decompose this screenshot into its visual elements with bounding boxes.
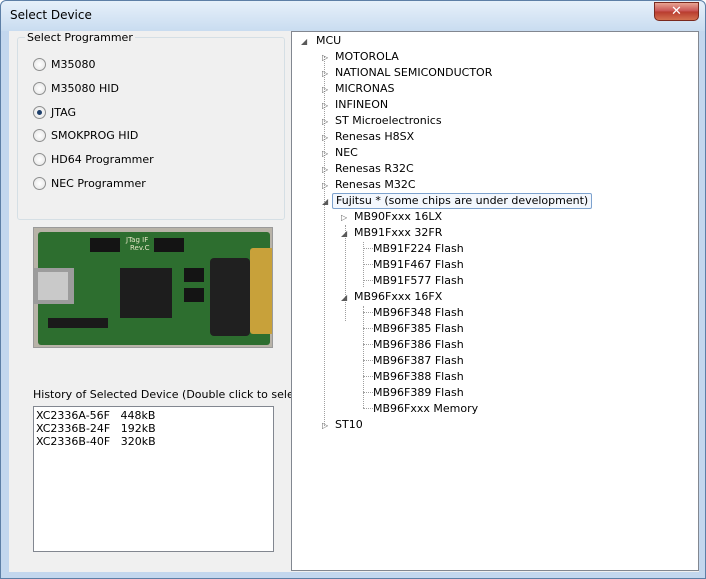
radio-label: M35080 bbox=[51, 57, 96, 71]
radio-hd64-programmer[interactable]: HD64 Programmer bbox=[33, 151, 154, 167]
board-label: JTag IF bbox=[125, 236, 148, 244]
collapsed-arrow-icon[interactable]: ▷ bbox=[322, 101, 328, 110]
tree-item-fujitsu[interactable]: Fujitsu * (some chips are under developm… bbox=[332, 193, 593, 209]
select-device-window: Select Device ✕ Select Programmer M35080… bbox=[0, 0, 706, 579]
collapsed-arrow-icon[interactable]: ▷ bbox=[322, 53, 328, 62]
tree-item-mb96f348[interactable]: MB96F348 Flash bbox=[373, 305, 464, 321]
tree-item-st10[interactable]: ST10 bbox=[335, 417, 363, 433]
dialog-body: Select Programmer M35080 M35080 HID JTAG… bbox=[9, 31, 699, 572]
programmer-board-image: JTag IF Rev.C bbox=[33, 227, 273, 348]
tree-item-renesas-m32c[interactable]: Renesas M32C bbox=[335, 177, 416, 193]
tree-item-mb96f386[interactable]: MB96F386 Flash bbox=[373, 337, 464, 353]
tree-item-national-semiconductor[interactable]: NATIONAL SEMICONDUCTOR bbox=[335, 65, 492, 81]
history-listbox[interactable]: XC2336A-56F 448kB XC2336B-24F 192kB XC23… bbox=[33, 406, 274, 552]
board-sublabel: Rev.C bbox=[130, 244, 150, 252]
tree-item-renesas-r32c[interactable]: Renesas R32C bbox=[335, 161, 414, 177]
tree-item-mb96f385[interactable]: MB96F385 Flash bbox=[373, 321, 464, 337]
tree-item-nec[interactable]: NEC bbox=[335, 145, 358, 161]
tree-item-mb91f467[interactable]: MB91F467 Flash bbox=[373, 257, 464, 273]
tree-item-mb91fxxx[interactable]: MB91Fxxx 32FR bbox=[354, 225, 442, 241]
radio-m35080[interactable]: M35080 bbox=[33, 56, 95, 72]
radio-label: NEC Programmer bbox=[51, 176, 146, 190]
collapsed-arrow-icon[interactable]: ▷ bbox=[322, 165, 328, 174]
tree-item-micronas[interactable]: MICRONAS bbox=[335, 81, 394, 97]
collapsed-arrow-icon[interactable]: ▷ bbox=[322, 117, 328, 126]
history-label: History of Selected Device (Double click… bbox=[33, 388, 309, 401]
tree-root-mcu[interactable]: MCU bbox=[316, 33, 341, 49]
radio-label: SMOKPROG HID bbox=[51, 128, 139, 142]
tree-item-renesas-h8sx[interactable]: Renesas H8SX bbox=[335, 129, 414, 145]
collapsed-arrow-icon[interactable]: ▷ bbox=[322, 85, 328, 94]
expanded-arrow-icon[interactable]: ◢ bbox=[341, 229, 347, 238]
radio-jtag[interactable]: JTAG bbox=[33, 104, 76, 120]
radio-icon[interactable] bbox=[33, 57, 46, 71]
collapsed-arrow-icon[interactable]: ▷ bbox=[322, 421, 328, 430]
tree-item-mb91f224[interactable]: MB91F224 Flash bbox=[373, 241, 464, 257]
radio-icon[interactable] bbox=[33, 81, 46, 95]
radio-label: HD64 Programmer bbox=[51, 152, 154, 166]
radio-label: JTAG bbox=[51, 105, 76, 119]
collapsed-arrow-icon[interactable]: ▷ bbox=[341, 213, 347, 222]
radio-icon[interactable] bbox=[33, 176, 46, 190]
collapsed-arrow-icon[interactable]: ▷ bbox=[322, 149, 328, 158]
tree-item-mb96f389[interactable]: MB96F389 Flash bbox=[373, 385, 464, 401]
tree-item-mb96f388[interactable]: MB96F388 Flash bbox=[373, 369, 464, 385]
device-tree[interactable]: ◢ MCU ▷ MOTOROLA ▷ NATIONAL SEMICONDUCTO… bbox=[291, 31, 699, 571]
tree-item-infineon[interactable]: INFINEON bbox=[335, 97, 388, 113]
radio-m35080-hid[interactable]: M35080 HID bbox=[33, 80, 119, 96]
tree-item-mb90fxxx[interactable]: MB90Fxxx 16LX bbox=[354, 209, 442, 225]
radio-icon[interactable] bbox=[33, 128, 46, 142]
tree-item-mb96f387[interactable]: MB96F387 Flash bbox=[373, 353, 464, 369]
tree-item-mb96fxxx[interactable]: MB96Fxxx 16FX bbox=[354, 289, 442, 305]
close-button[interactable]: ✕ bbox=[654, 2, 699, 21]
tree-item-mb91f577[interactable]: MB91F577 Flash bbox=[373, 273, 464, 289]
tree-item-mb96fxxx-memory[interactable]: MB96Fxxx Memory bbox=[373, 401, 478, 417]
radio-label: M35080 HID bbox=[51, 81, 119, 95]
radio-checked-icon[interactable] bbox=[33, 105, 46, 119]
history-item[interactable]: XC2336B-40F 320kB bbox=[36, 435, 271, 448]
window-title: Select Device bbox=[10, 8, 92, 22]
programmer-group: Select Programmer M35080 M35080 HID JTAG… bbox=[17, 31, 285, 220]
collapsed-arrow-icon[interactable]: ▷ bbox=[322, 69, 328, 78]
programmer-group-title: Select Programmer bbox=[25, 31, 135, 44]
history-item[interactable]: XC2336A-56F 448kB bbox=[36, 409, 271, 422]
history-item[interactable]: XC2336B-24F 192kB bbox=[36, 422, 271, 435]
tree-item-motorola[interactable]: MOTOROLA bbox=[335, 49, 399, 65]
tree-item-st-microelectronics[interactable]: ST Microelectronics bbox=[335, 113, 442, 129]
radio-smokprog-hid[interactable]: SMOKPROG HID bbox=[33, 127, 138, 143]
expanded-arrow-icon[interactable]: ◢ bbox=[322, 197, 328, 206]
title-bar: Select Device ✕ bbox=[1, 1, 705, 31]
collapsed-arrow-icon[interactable]: ▷ bbox=[322, 181, 328, 190]
radio-icon[interactable] bbox=[33, 152, 46, 166]
expanded-arrow-icon[interactable]: ◢ bbox=[301, 37, 307, 46]
board-illustration: JTag IF Rev.C bbox=[34, 228, 272, 347]
radio-nec-programmer[interactable]: NEC Programmer bbox=[33, 175, 146, 191]
expanded-arrow-icon[interactable]: ◢ bbox=[341, 293, 347, 302]
collapsed-arrow-icon[interactable]: ▷ bbox=[322, 133, 328, 142]
